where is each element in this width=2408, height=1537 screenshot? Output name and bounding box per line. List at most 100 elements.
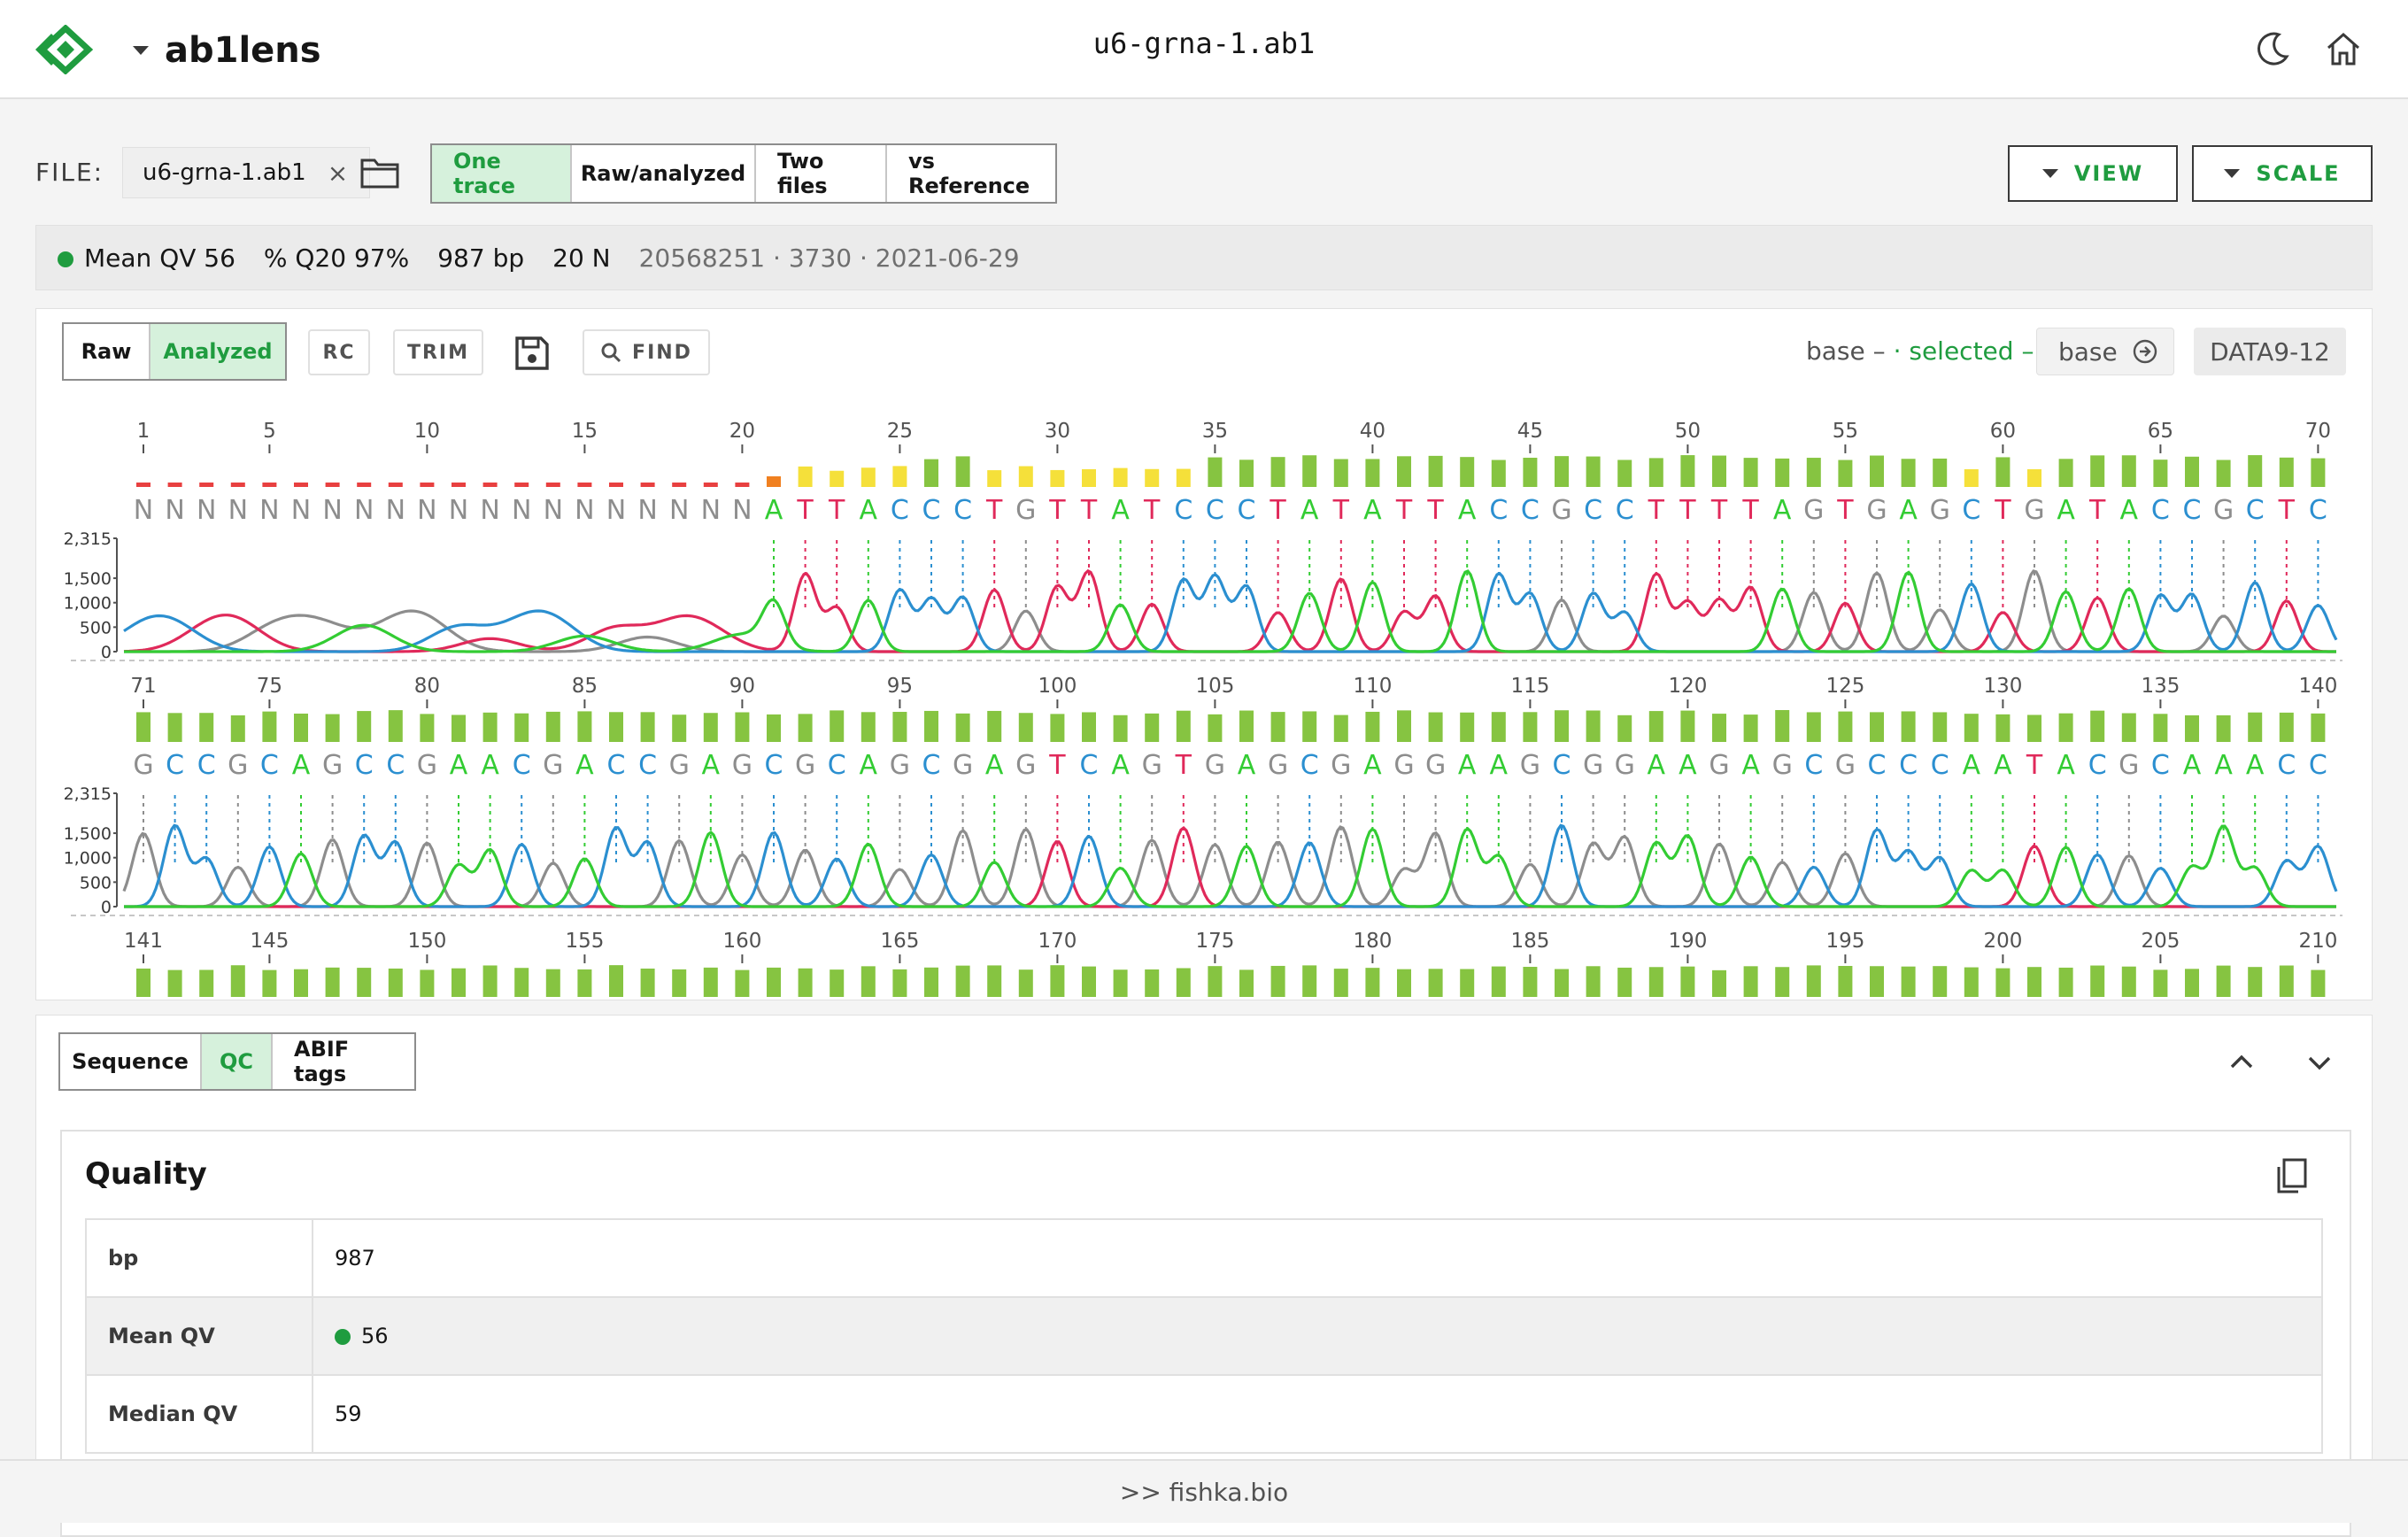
folder-icon[interactable] — [359, 155, 400, 190]
base-call[interactable]: A — [2183, 750, 2202, 781]
base-call[interactable]: G — [1268, 750, 1288, 781]
base-call[interactable]: C — [2151, 495, 2170, 526]
chromatogram-view[interactable]: 1 5 10 15 20 25 30 35 40 45 50 55 60 65 70N N N N N N N N N N N N… — [35, 398, 2351, 1000]
base-call[interactable]: G — [2213, 495, 2234, 526]
base-call[interactable]: G — [1520, 750, 1540, 781]
base-call[interactable]: A — [1963, 750, 1981, 781]
reverse-complement-button[interactable]: RC — [308, 329, 370, 375]
base-call[interactable]: C — [2246, 495, 2265, 526]
base-call[interactable]: G — [1709, 750, 1729, 781]
base-call[interactable]: G — [417, 750, 437, 781]
mode-two-files[interactable]: Two files — [756, 145, 887, 202]
base-call[interactable]: A — [985, 750, 1004, 781]
base-call[interactable]: C — [1804, 750, 1823, 781]
base-call[interactable]: G — [1551, 495, 1571, 526]
base-call[interactable]: G — [1583, 750, 1603, 781]
base-call[interactable]: T — [796, 495, 814, 526]
chevron-up-icon[interactable] — [2226, 1047, 2258, 1078]
mode-raw-analyzed[interactable]: Raw/analyzed — [572, 145, 756, 202]
base-call[interactable]: A — [1111, 495, 1130, 526]
base-call[interactable]: G — [1835, 750, 1856, 781]
base-call[interactable]: A — [2120, 495, 2139, 526]
base-call[interactable]: A — [1111, 750, 1130, 781]
base-call[interactable]: G — [1615, 750, 1635, 781]
analyzed-toggle[interactable]: Analyzed — [150, 324, 285, 379]
base-call[interactable]: C — [1899, 750, 1918, 781]
base-call[interactable]: N — [134, 495, 153, 526]
base-call[interactable]: A — [450, 750, 468, 781]
base-call[interactable]: A — [1458, 750, 1477, 781]
home-icon[interactable] — [2323, 28, 2364, 69]
base-call[interactable]: T — [1048, 495, 1066, 526]
base-call[interactable]: G — [1425, 750, 1446, 781]
base-call[interactable]: C — [1080, 750, 1099, 781]
base-call[interactable]: C — [513, 750, 531, 781]
copy-icon[interactable] — [2273, 1156, 2309, 1195]
base-call[interactable]: G — [228, 750, 248, 781]
base-call[interactable]: A — [1363, 495, 1382, 526]
base-call[interactable]: N — [480, 495, 499, 526]
base-call[interactable]: C — [1489, 495, 1508, 526]
base-call[interactable]: C — [386, 750, 405, 781]
base-call[interactable]: N — [637, 495, 657, 526]
base-call[interactable]: N — [259, 495, 279, 526]
base-call[interactable]: N — [417, 495, 436, 526]
base-call[interactable]: T — [2278, 495, 2296, 526]
base-call[interactable]: A — [1648, 750, 1666, 781]
base-call[interactable]: G — [1930, 495, 1950, 526]
file-chip[interactable]: u6-grna-1.ab1 × — [122, 147, 371, 198]
base-call[interactable]: G — [795, 750, 815, 781]
base-call[interactable]: T — [1710, 495, 1728, 526]
base-call[interactable]: C — [2277, 750, 2296, 781]
save-icon[interactable] — [513, 335, 551, 372]
base-call[interactable]: G — [322, 750, 343, 781]
base-call[interactable]: T — [1836, 495, 1854, 526]
arrow-circle-right-icon[interactable] — [2132, 338, 2158, 365]
tab-sequence[interactable]: Sequence — [60, 1034, 202, 1089]
base-call[interactable]: G — [1205, 750, 1225, 781]
base-call[interactable]: T — [1648, 495, 1665, 526]
base-call[interactable]: T — [1679, 495, 1696, 526]
base-call[interactable]: A — [1679, 750, 1697, 781]
base-call[interactable]: G — [1331, 750, 1351, 781]
base-call[interactable]: A — [860, 750, 878, 781]
raw-toggle[interactable]: Raw — [64, 324, 150, 379]
base-call[interactable]: T — [1080, 495, 1098, 526]
base-call[interactable]: G — [543, 750, 563, 781]
base-call[interactable]: N — [228, 495, 248, 526]
trim-button[interactable]: TRIM — [393, 329, 483, 375]
chevron-down-icon[interactable] — [2304, 1047, 2335, 1078]
base-call[interactable]: G — [669, 750, 690, 781]
base-call[interactable]: A — [2246, 750, 2265, 781]
base-call[interactable]: A — [1899, 495, 1918, 526]
base-call[interactable]: N — [606, 495, 626, 526]
base-call[interactable]: A — [702, 750, 721, 781]
base-call[interactable]: C — [922, 495, 941, 526]
mode-vs-reference[interactable]: vs Reference — [887, 145, 1055, 202]
base-call[interactable]: T — [2088, 495, 2106, 526]
base-call[interactable]: T — [1175, 750, 1192, 781]
base-call[interactable]: A — [575, 750, 594, 781]
base-call[interactable]: G — [1393, 750, 1414, 781]
base-call[interactable]: C — [953, 495, 972, 526]
base-call[interactable]: G — [1015, 495, 1036, 526]
base-call[interactable]: C — [1553, 750, 1571, 781]
base-call[interactable]: G — [732, 750, 752, 781]
base-call[interactable]: C — [1868, 750, 1887, 781]
tab-qc[interactable]: QC — [202, 1034, 273, 1089]
base-call[interactable]: C — [1616, 495, 1634, 526]
base-call[interactable]: N — [512, 495, 531, 526]
base-call[interactable]: C — [2183, 495, 2202, 526]
base-call[interactable]: C — [2088, 750, 2107, 781]
base-call[interactable]: G — [1772, 750, 1793, 781]
base-call[interactable]: C — [260, 750, 279, 781]
base-call[interactable]: T — [1741, 495, 1759, 526]
base-call[interactable]: A — [765, 495, 783, 526]
base-call[interactable]: C — [1584, 495, 1602, 526]
base-call[interactable]: N — [544, 495, 563, 526]
base-call[interactable]: T — [1426, 495, 1444, 526]
base-call[interactable]: C — [355, 750, 374, 781]
view-button[interactable]: VIEW — [2008, 145, 2178, 202]
base-call[interactable]: A — [481, 750, 499, 781]
base-call[interactable]: T — [1269, 495, 1286, 526]
